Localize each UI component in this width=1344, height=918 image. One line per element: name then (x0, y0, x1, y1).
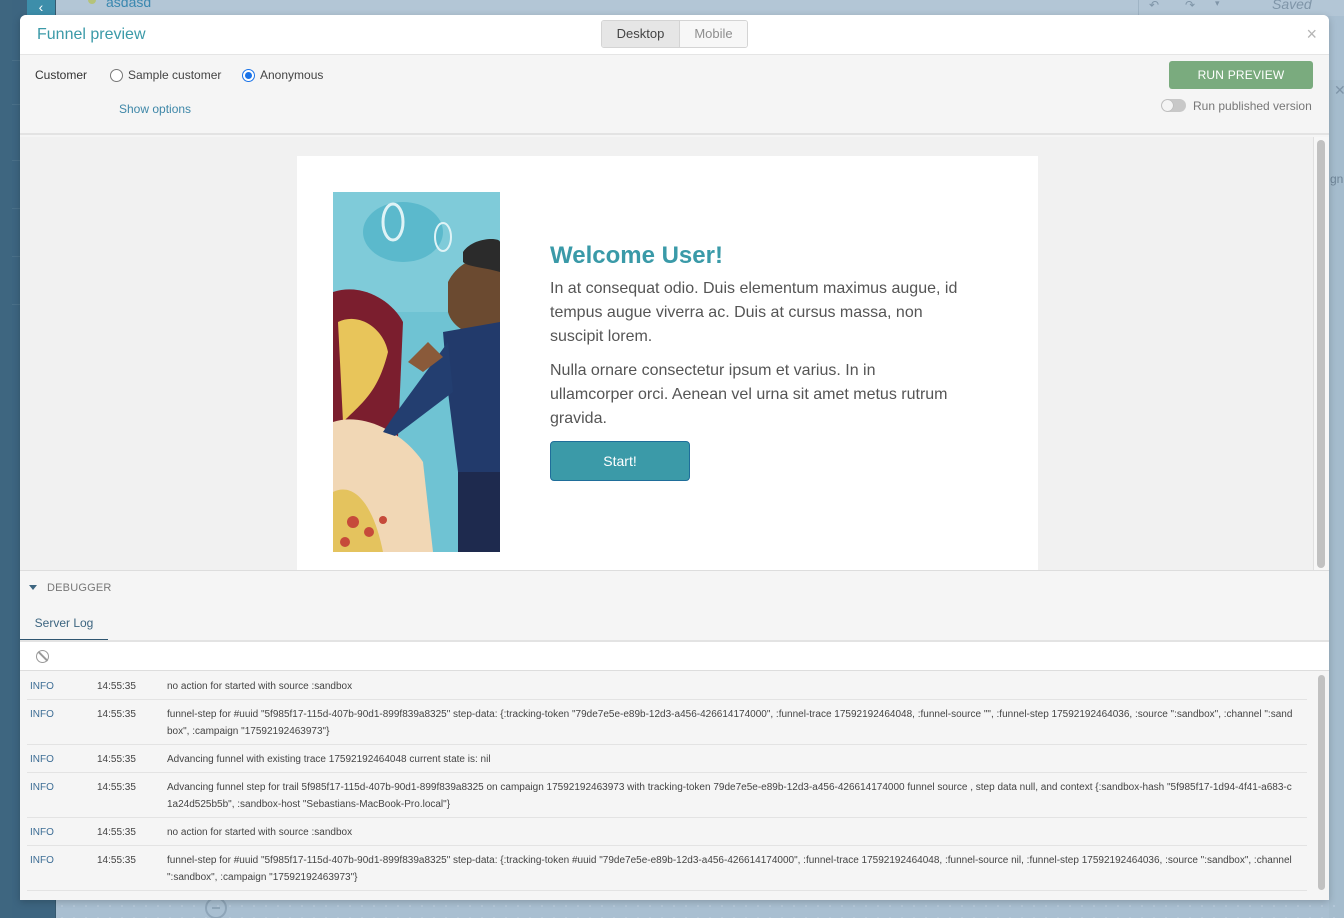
log-timestamp: 14:55:35 (97, 827, 136, 838)
log-timestamp: 14:55:35 (97, 754, 136, 765)
log-row: INFO 14:55:35 no action for started with s… (27, 818, 1307, 846)
log-timestamp: 14:55:35 (97, 681, 136, 692)
log-row: INFO 14:55:35 funnel-step for #uuid "5f985… (27, 846, 1307, 891)
tab-server-log[interactable]: Server Log (20, 613, 108, 642)
background-close-icon: ✕ (1334, 82, 1344, 98)
background-left-rail (0, 0, 12, 918)
history-dropdown-icon[interactable]: ▾ (1215, 0, 1220, 9)
modal-title: Funnel preview (37, 26, 146, 43)
clear-log-icon[interactable] (36, 650, 49, 663)
log-message: funnel-step for #uuid "5f985f17-115d-407… (167, 855, 1292, 883)
customer-label: Customer (35, 68, 88, 82)
log-message: no action for started with source :sandb… (167, 827, 353, 838)
funnel-page-card: Welcome User! In at consequat odio. Duis… (297, 156, 1038, 570)
level-badge: INFO (30, 709, 54, 720)
level-badge: INFO (30, 754, 54, 765)
caret-down-icon[interactable] (29, 585, 37, 590)
redo-icon[interactable]: ↷ (1185, 0, 1195, 12)
run-published-label: Run published version (1193, 99, 1312, 113)
undo-icon[interactable]: ↶ (1149, 0, 1159, 12)
log-row: INFO 14:55:35 Advancing funnel step for tr… (27, 773, 1307, 818)
log-scrollbar[interactable] (1318, 675, 1325, 890)
debugger-panel-header: DEBUGGER Server Log (20, 570, 1329, 642)
anonymous-radio[interactable]: Anonymous (242, 68, 323, 82)
hero-image (333, 192, 500, 552)
log-message: Solving first time execution for 1759219… (167, 897, 1307, 900)
level-badge: INFO (27, 897, 97, 900)
intro-paragraph: In at consequat odio. Duis elementum max… (550, 280, 958, 345)
log-row: INFO 14:55:35 Advancing funnel with existi… (27, 745, 1307, 773)
preview-viewport: Welcome User! In at consequat odio. Duis… (20, 137, 1314, 570)
log-message: Advancing funnel with existing trace 175… (167, 754, 491, 765)
background-right-panel (1329, 80, 1344, 918)
background-canvas-grid (56, 900, 1344, 918)
log-timestamp: 14:55:35 (97, 855, 136, 866)
level-badge: INFO (30, 782, 54, 793)
start-button[interactable]: Start! (550, 441, 690, 481)
modal-header: Funnel preview Desktop Mobile × (20, 15, 1329, 55)
graffiti-photo-illustration (333, 192, 500, 552)
saved-status: Saved (1272, 0, 1312, 12)
level-badge: INFO (30, 681, 54, 692)
funnel-preview-modal: Funnel preview Desktop Mobile × Customer… (20, 15, 1329, 900)
log-message: funnel-step for #uuid "5f985f17-115d-407… (167, 709, 1293, 737)
level-badge: INFO (30, 855, 54, 866)
log-timestamp: 14:55:35 (97, 782, 136, 793)
preview-scrollbar[interactable] (1317, 140, 1325, 568)
debugger-toggle[interactable]: DEBUGGER (47, 582, 112, 594)
anonymous-label: Anonymous (260, 68, 324, 82)
log-timestamp: 14:55:35 (97, 897, 167, 900)
undo-redo-toolbar: ↶ ↷ ▾ (1138, 0, 1228, 16)
server-log-list: INFO 14:55:35 no action for started with s… (20, 672, 1314, 900)
sample-customer-radio[interactable]: Sample customer (110, 68, 221, 82)
back-chevron-icon[interactable]: ‹ (27, 0, 55, 16)
background-label-fragment: gn (1330, 172, 1344, 186)
zoom-out-icon (205, 897, 227, 918)
log-message: no action for started with source :sandb… (167, 681, 353, 692)
mobile-view-button[interactable]: Mobile (680, 21, 747, 47)
level-badge: INFO (30, 827, 54, 838)
show-options-link[interactable]: Show options (119, 102, 191, 116)
log-row: INFO 14:55:35 no action for started with s… (27, 672, 1307, 700)
sample-customer-label: Sample customer (128, 68, 222, 82)
desktop-view-button[interactable]: Desktop (602, 21, 680, 47)
view-mode-toggle: Desktop Mobile (601, 20, 748, 48)
log-row: INFO 14:55:35 funnel-step for #uuid "5f985… (27, 700, 1307, 745)
log-message: Advancing funnel step for trail 5f985f17… (167, 782, 1292, 810)
log-toolbar (20, 642, 1329, 671)
radio-unchecked-icon[interactable] (110, 68, 123, 82)
log-row: INFO14:55:35Solving first time execution… (27, 891, 1307, 900)
welcome-heading: Welcome User! (550, 242, 723, 269)
options-bar: Customer Sample customer Anonymous Show … (20, 55, 1329, 135)
log-timestamp: 14:55:35 (97, 709, 136, 720)
close-icon[interactable]: × (1306, 24, 1317, 45)
run-published-toggle[interactable] (1161, 99, 1186, 112)
secondary-paragraph: Nulla ornare consectetur ipsum et varius… (550, 362, 948, 427)
radio-checked-icon[interactable] (242, 68, 255, 82)
run-preview-button[interactable]: RUN PREVIEW (1169, 61, 1313, 89)
background-campaign-name: asdasd (106, 0, 152, 10)
